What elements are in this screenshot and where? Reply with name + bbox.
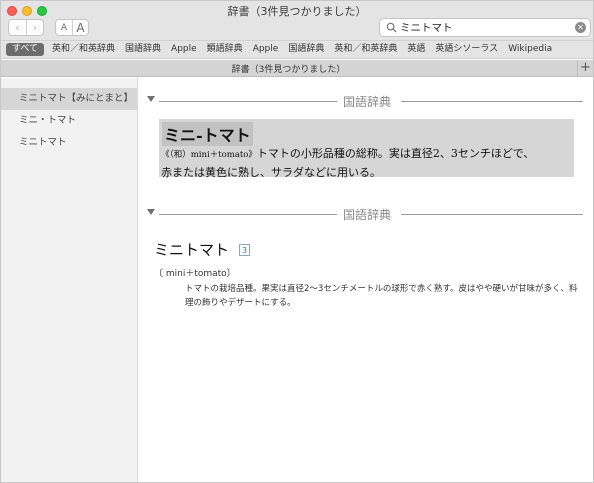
source-apple-2[interactable]: Apple: [248, 43, 284, 56]
source-apple[interactable]: Apple: [166, 43, 202, 56]
source-all[interactable]: すべて: [6, 43, 45, 56]
entry-definition: 《（和）mini＋tomato》トマトの小形品種の総称。実は直径2、3センチほど…: [161, 145, 571, 182]
title-bar: 辞書（3件見つかりました） ‹ › A A ✕: [1, 1, 593, 41]
window-title: 辞書（3件見つかりました）: [227, 5, 367, 18]
source-english-thesaurus[interactable]: 英語シソーラス: [430, 43, 503, 56]
section-header-2: 国語辞典: [147, 206, 585, 222]
section-title: 国語辞典: [342, 95, 391, 109]
entry-headword: ミニ-トマト: [162, 122, 253, 146]
font-size-buttons: A A: [55, 19, 89, 36]
disclosure-triangle-icon[interactable]: [147, 96, 155, 102]
source-bar: すべて 英和／和英辞典 国語辞典 Apple 類語辞典 Apple 国語辞典 英…: [1, 41, 593, 59]
sidebar-item-minitomato[interactable]: ミニトマト: [1, 132, 137, 154]
new-tab-button[interactable]: +: [577, 60, 593, 76]
decrease-font-button[interactable]: A: [56, 20, 72, 35]
source-wikipedia[interactable]: Wikipedia: [503, 43, 557, 56]
source-english[interactable]: 英語: [402, 43, 430, 56]
entry-headword-text: ミニトマト: [154, 241, 230, 259]
disclosure-triangle-icon[interactable]: [147, 209, 155, 215]
entry-highlight: ミニ-トマト 《（和）mini＋tomato》トマトの小形品種の総称。実は直径2…: [159, 119, 574, 179]
forward-button[interactable]: ›: [26, 20, 43, 35]
source-kokugo-2[interactable]: 国語辞典: [283, 43, 329, 56]
sidebar-item-mini-tomato[interactable]: ミニ・トマト: [1, 110, 137, 132]
tab-bar: 辞書（3件見つかりました） +: [1, 60, 593, 77]
section-title: 国語辞典: [342, 208, 391, 222]
entry-origin: 《（和）mini＋tomato》: [161, 150, 257, 160]
entry-content: 国語辞典 ミニ-トマト 《（和）mini＋tomato》トマトの小形品種の総称。…: [139, 78, 593, 482]
tab-results[interactable]: 辞書（3件見つかりました）: [1, 62, 576, 75]
navigation-buttons: ‹ ›: [8, 19, 44, 36]
clear-search-icon[interactable]: ✕: [575, 22, 586, 33]
back-button[interactable]: ‹: [9, 20, 26, 35]
results-sidebar: ミニトマト【みにとまと】 ミニ・トマト ミニトマト: [1, 78, 138, 482]
divider: [401, 101, 583, 102]
definition-line-2: 赤または黄色に熟し、サラダなどに用いる。: [161, 166, 381, 179]
homograph-number-badge: 3: [239, 244, 251, 256]
dictionary-window: 辞書（3件見つかりました） ‹ › A A ✕ すべて 英和／和英辞典 国語辞典…: [0, 0, 594, 483]
divider: [401, 214, 583, 215]
source-kokugo[interactable]: 国語辞典: [120, 43, 166, 56]
definition-line-1: トマトの小形品種の総称。実は直径2、3センチほどで、: [256, 147, 535, 160]
entry-origin-2: 〔 mini＋tomato〕: [154, 269, 236, 279]
search-field[interactable]: ✕: [379, 18, 591, 37]
search-input[interactable]: [400, 20, 570, 35]
entry-definition-2: トマトの栽培品種。果実は直径2〜3センチメートルの球形で赤く熟す。皮はやや硬いが…: [185, 284, 578, 308]
section-header-1: 国語辞典: [147, 93, 585, 109]
source-ruigo[interactable]: 類語辞典: [202, 43, 248, 56]
source-eiwa-waei-2[interactable]: 英和／和英辞典: [329, 43, 402, 56]
sidebar-item-minitomato-reading[interactable]: ミニトマト【みにとまと】: [1, 88, 137, 110]
divider: [159, 214, 337, 215]
increase-font-button[interactable]: A: [72, 20, 88, 35]
divider: [159, 101, 337, 102]
entry-headword-2: ミニトマト 3: [154, 239, 251, 260]
search-icon: [386, 22, 397, 33]
source-eiwa-waei[interactable]: 英和／和英辞典: [47, 43, 120, 56]
